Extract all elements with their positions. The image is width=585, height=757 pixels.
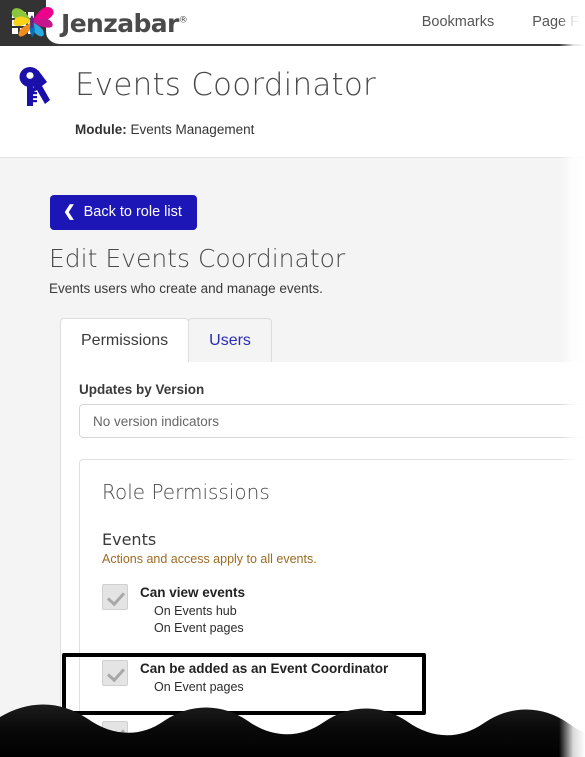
permission-label: Can be added as an Event Coordinator	[140, 661, 389, 676]
permission-row: Can view events On Events hub On Event p…	[102, 578, 576, 640]
tab-users[interactable]: Users	[188, 318, 272, 362]
permission-group-note: Actions and access apply to all events.	[102, 552, 317, 566]
nav-page-f[interactable]: Page F	[532, 14, 579, 30]
page-content: ❮ Back to role list Edit Events Coordina…	[0, 159, 585, 757]
chevron-left-icon: ❮	[63, 202, 76, 220]
page-header: Events Coordinator Module: Events Manage…	[0, 46, 585, 158]
permission-row: Can be added as an Event Coordinator On …	[102, 654, 576, 699]
top-bar: Jenzabar® Bookmarks Page F	[0, 0, 585, 46]
app-root: Jenzabar® Bookmarks Page F Events Coordi…	[0, 0, 585, 757]
permission-subitem: On Event pages	[154, 621, 244, 635]
edit-role-title: Edit Events Coordinator	[49, 244, 346, 273]
updates-by-version-select[interactable]: No version indicators	[79, 404, 585, 438]
nav-bookmarks[interactable]: Bookmarks	[422, 14, 495, 30]
updates-by-version-label: Updates by Version	[79, 382, 205, 397]
tab-users-label: Users	[209, 331, 251, 349]
permission-text: Can view events On Events hub On Event p…	[140, 582, 245, 638]
updates-by-version-value: No version indicators	[93, 413, 220, 429]
tab-permissions-label: Permissions	[81, 331, 169, 349]
permission-label: Can view events	[140, 585, 246, 600]
back-button-label: Back to role list	[83, 204, 182, 220]
checkbox-can-view-events[interactable]	[102, 584, 128, 610]
role-permissions-heading: Role Permissions	[102, 480, 270, 504]
permission-group-title: Events	[102, 530, 157, 549]
keys-icon	[19, 67, 50, 106]
module-label: Module:	[75, 122, 127, 137]
back-to-role-list-button[interactable]: ❮ Back to role list	[50, 195, 197, 230]
page-title: Events Coordinator	[75, 67, 376, 103]
jenzabar-wordmark: Jenzabar®	[61, 8, 188, 38]
brand-registered-mark: ®	[178, 15, 188, 26]
tab-permissions[interactable]: Permissions	[60, 318, 190, 363]
module-value: Events Management	[130, 122, 255, 137]
jenzabar-logo[interactable]: Jenzabar®	[10, 4, 188, 40]
checkbox-can-be-added-as-event-coordinator[interactable]	[102, 660, 128, 686]
permission-text: Can be added as an Event Coordinator On …	[140, 658, 388, 697]
top-nav: Bookmarks Page F	[422, 0, 585, 44]
edit-role-description: Events users who create and manage event…	[49, 281, 323, 296]
permission-subitem: On Event pages	[154, 680, 244, 694]
tab-list: Permissions Users	[60, 318, 585, 363]
brand-text: Jenzabar	[61, 8, 179, 38]
butterfly-logo-icon	[11, 7, 54, 38]
torn-edge-graphic	[0, 704, 585, 757]
module-line: Module: Events Management	[75, 122, 254, 137]
permission-subitem: On Events hub	[154, 604, 237, 618]
